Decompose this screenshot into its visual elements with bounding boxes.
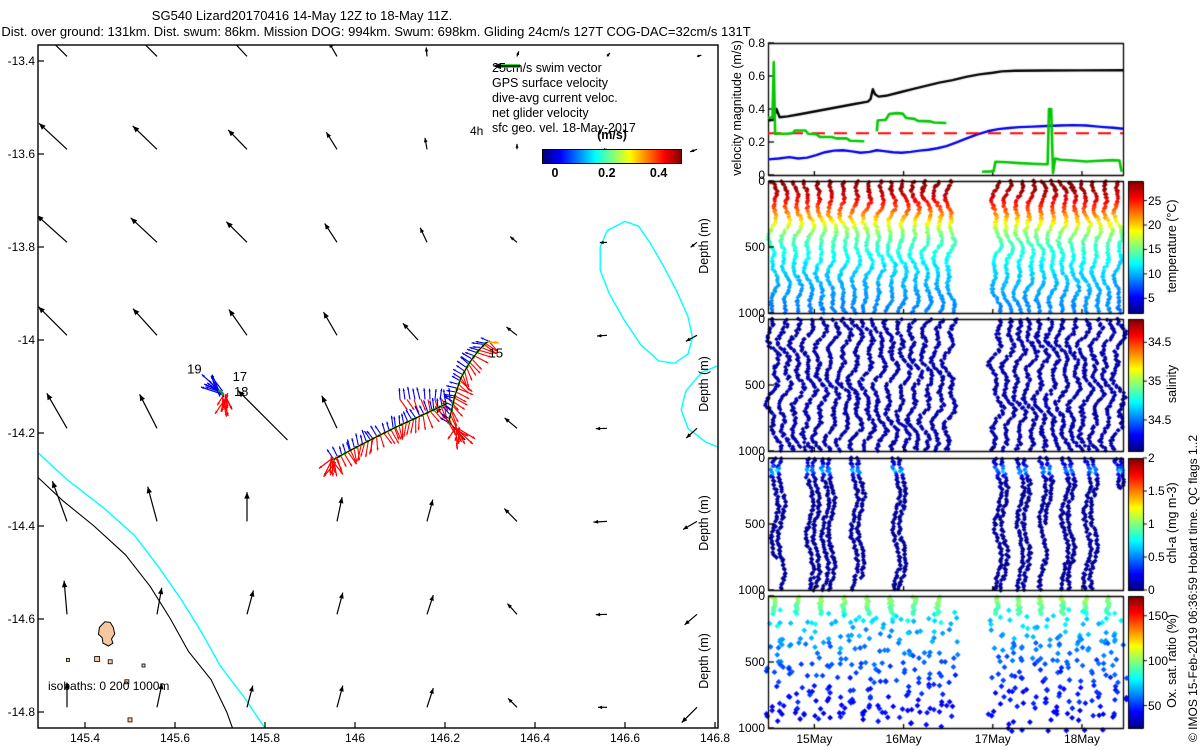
velocity-ytick-0.8: 0.8 <box>748 36 765 50</box>
map-ytick--14.6: -14.6 <box>7 612 35 626</box>
chl-a-cbar-tick-1: 1 <box>1148 517 1155 531</box>
map-xtick-146: 146 <box>344 731 366 745</box>
oxygen-cbar-tick-150: 150 <box>1148 608 1169 623</box>
temperature-cbar-tick-25: 25 <box>1148 193 1162 208</box>
temperature-depth-tick-500: 500 <box>744 240 765 254</box>
chl-a-depth-tick-0: 0 <box>758 451 765 465</box>
velocity-ytick-0.2: 0.2 <box>748 135 765 149</box>
time-xtick-17May: 17May <box>974 732 1011 746</box>
legend-cbar-tick-0.2: 0.2 <box>598 166 616 180</box>
chl-a-cbar-tick-1.5: 1.5 <box>1148 484 1165 498</box>
map-xtick-146.6: 146.6 <box>609 731 641 745</box>
legend-item-label: sfc geo. vel. 18-May-2017 <box>492 120 636 135</box>
chl-depth-ylabel: Depth (m) <box>697 495 711 551</box>
legend-arrow-icon <box>493 63 520 69</box>
map-ytick--13.8: -13.8 <box>7 240 35 254</box>
legend-item-1: GPS surface velocity <box>492 63 636 90</box>
glider-mission-dashboard: SG540 Lizard20170416 14-May 12Z to 18-Ma… <box>0 0 1200 750</box>
salinity-depth-ylabel: Depth (m) <box>697 356 711 412</box>
map-ytick--14.4: -14.4 <box>7 519 35 533</box>
salinity-cbar-tick-34.5: 34.5 <box>1148 335 1172 350</box>
map-xtick-145.8: 145.8 <box>249 731 281 745</box>
salinity-depth-tick-0: 0 <box>758 312 765 326</box>
salinity-cbar-tick-34.5: 34.5 <box>1148 412 1172 427</box>
oxygen-depth-tick-1000: 1000 <box>738 721 765 735</box>
temperature-cbar-tick-20: 20 <box>1148 218 1162 232</box>
salinity-cbar-tick-35: 35 <box>1148 374 1162 389</box>
chl-a-cbar-tick-0.5: 0.5 <box>1148 550 1165 564</box>
map-ytick--13.6: -13.6 <box>7 147 35 161</box>
legend-item-label: dive-avg current veloc. <box>492 90 618 105</box>
temperature-cbar-tick-5: 5 <box>1148 291 1155 306</box>
temperature-cbar-tick-10: 10 <box>1148 266 1162 281</box>
oxygen-depth-ylabel: Depth (m) <box>697 633 711 689</box>
map-ytick--14.8: -14.8 <box>7 705 35 719</box>
legend-duration-label: 4h <box>470 124 484 138</box>
legend-item-2: dive-avg current veloc. <box>492 63 636 105</box>
map-xtick-145.4: 145.4 <box>69 731 101 745</box>
temperature-depth-ylabel: Depth (m) <box>697 218 711 274</box>
legend-cbar-tick-0: 0 <box>551 166 559 180</box>
velocity-ytick-0.4: 0.4 <box>748 102 765 116</box>
time-xtick-15May: 15May <box>796 732 833 746</box>
map-xtick-145.6: 145.6 <box>159 731 191 745</box>
legend-item-label: net glider velocity <box>492 105 589 120</box>
map-ytick--14.2: -14.2 <box>7 426 35 440</box>
time-xtick-18May: 18May <box>1063 732 1100 746</box>
legend-item-label: GPS surface velocity <box>492 75 609 90</box>
legend-item-3: net glider velocity <box>492 63 636 120</box>
chl-a-cbar-tick-2: 2 <box>1148 451 1155 465</box>
legend-item-4: sfc geo. vel. 18-May-2017 <box>492 63 636 135</box>
velocity-colorbar <box>542 149 682 164</box>
velocity-ytick-0.6: 0.6 <box>748 69 765 83</box>
map-xtick-146.2: 146.2 <box>429 731 461 745</box>
map-ytick--14: -14 <box>17 333 35 347</box>
salinity-depth-tick-500: 500 <box>744 378 765 392</box>
oxygen-depth-tick-500: 500 <box>744 655 765 669</box>
time-xtick-16May: 16May <box>885 732 922 746</box>
oxygen-cbar-tick-100: 100 <box>1148 653 1169 668</box>
map-ytick--13.4: -13.4 <box>7 54 35 68</box>
chl-a-depth-tick-500: 500 <box>744 517 765 531</box>
map-xtick-146.4: 146.4 <box>519 731 551 745</box>
map-legend: 25cm/s swim vector GPS surface velocity di… <box>492 60 636 135</box>
isobaths-label: isobaths: 0 200 1000m <box>48 679 170 693</box>
temperature-cbar-tick-15: 15 <box>1148 242 1162 257</box>
oxygen-depth-tick-0: 0 <box>758 589 765 603</box>
temperature-depth-tick-0: 0 <box>758 174 765 188</box>
chl-a-cbar-tick-0: 0 <box>1148 583 1155 597</box>
legend-cbar-tick-0.4: 0.4 <box>649 166 668 180</box>
oxygen-cbar-tick-50: 50 <box>1148 698 1162 713</box>
